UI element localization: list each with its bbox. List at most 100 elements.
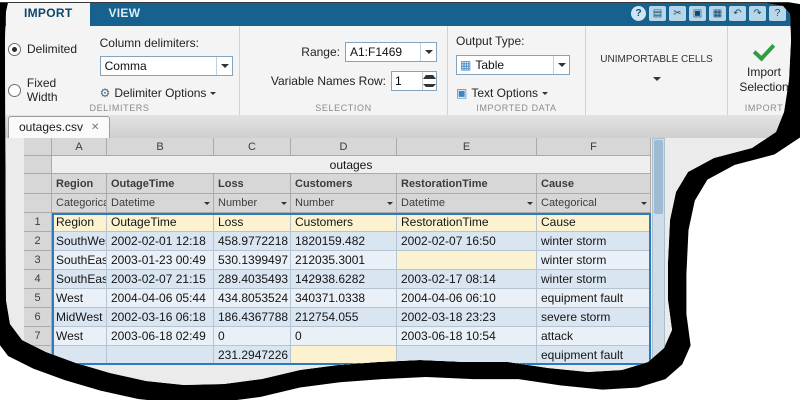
paste-icon[interactable]: ▦ xyxy=(709,6,726,21)
cell-f4[interactable]: winter storm xyxy=(537,270,651,289)
cell-c2[interactable]: 458.9772218 xyxy=(214,232,291,251)
type-select-b[interactable]: Datetime xyxy=(107,194,214,213)
type-select-c[interactable]: Number xyxy=(214,194,291,213)
cell-e5[interactable]: 2004-04-06 06:10 xyxy=(397,289,537,308)
table-name[interactable]: outages xyxy=(52,156,651,174)
chevron-down-icon[interactable] xyxy=(527,202,533,205)
chevron-down-icon[interactable] xyxy=(387,202,393,205)
delimiter-options-button[interactable]: ⚙ Delimiter Options xyxy=(100,82,233,100)
cell-c5[interactable]: 434.8053524 xyxy=(214,289,291,308)
cell-a1[interactable]: Region xyxy=(52,213,107,232)
row-number[interactable]: 5 xyxy=(24,289,52,308)
row-number[interactable]: 2 xyxy=(24,232,52,251)
cell-d6[interactable]: 212754.055 xyxy=(291,308,397,327)
copy-icon[interactable]: ▣ xyxy=(689,6,706,21)
cell-f5[interactable]: equipment fault xyxy=(537,289,651,308)
fixed-width-radio[interactable]: Fixed Width xyxy=(8,76,90,104)
cell-e6[interactable]: 2002-03-18 23:23 xyxy=(397,308,537,327)
variable-name-loss[interactable]: Loss xyxy=(214,174,291,194)
cell-b8[interactable] xyxy=(107,346,214,365)
cell-c3[interactable]: 530.1399497 xyxy=(214,251,291,270)
cell-b7[interactable]: 2003-06-18 02:49 xyxy=(107,327,214,346)
cell-d4[interactable]: 142938.6282 xyxy=(291,270,397,289)
redo-icon[interactable]: ↷ xyxy=(749,6,766,21)
variable-name-restorationtime[interactable]: RestorationTime xyxy=(397,174,537,194)
cell-d7[interactable]: 0 xyxy=(291,327,397,346)
cell-e1[interactable]: RestorationTime xyxy=(397,213,537,232)
column-header-c[interactable]: C xyxy=(214,138,291,156)
cell-c8[interactable]: 231.2947226 xyxy=(214,346,291,365)
column-header-b[interactable]: B xyxy=(107,138,214,156)
cell-f1[interactable]: Cause xyxy=(537,213,651,232)
tab-view[interactable]: VIEW xyxy=(90,0,158,26)
cell-f6[interactable]: severe storm xyxy=(537,308,651,327)
delimited-radio[interactable]: Delimited xyxy=(8,42,90,56)
column-delimiters-select[interactable]: Comma xyxy=(100,56,233,76)
cell-e2[interactable]: 2002-02-07 16:50 xyxy=(397,232,537,251)
cell-c6[interactable]: 186.4367788 xyxy=(214,308,291,327)
scrollbar-thumb[interactable] xyxy=(654,140,663,214)
column-header-e[interactable]: E xyxy=(397,138,537,156)
help-icon[interactable]: ? xyxy=(769,6,786,21)
cut-icon[interactable]: ✂ xyxy=(669,6,686,21)
cell-a5[interactable]: West xyxy=(52,289,107,308)
cell-e4[interactable]: 2003-02-17 08:14 xyxy=(397,270,537,289)
type-select-d[interactable]: Number xyxy=(291,194,397,213)
output-type-select[interactable]: ▦ Table xyxy=(456,55,570,75)
cell-b6[interactable]: 2002-03-16 06:18 xyxy=(107,308,214,327)
corner-cell[interactable] xyxy=(24,138,52,156)
row-header[interactable] xyxy=(24,156,52,174)
variable-name-customers[interactable]: Customers xyxy=(291,174,397,194)
row-header[interactable] xyxy=(24,194,52,213)
undo-icon[interactable]: ↶ xyxy=(729,6,746,21)
row-number[interactable]: 6 xyxy=(24,308,52,327)
cell-d2[interactable]: 1820159.482 xyxy=(291,232,397,251)
cell-a2[interactable]: SouthWest xyxy=(52,232,107,251)
type-select-f[interactable]: Categorical xyxy=(537,194,651,213)
variable-names-row-stepper[interactable]: 1 xyxy=(391,71,437,91)
chevron-down-icon[interactable] xyxy=(204,202,210,205)
column-header-a[interactable]: A xyxy=(52,138,107,156)
cell-f8[interactable]: equipment fault xyxy=(537,346,651,365)
cell-b3[interactable]: 2003-01-23 00:49 xyxy=(107,251,214,270)
stepper-up-button[interactable] xyxy=(423,72,436,81)
cell-a7[interactable]: West xyxy=(52,327,107,346)
cell-e3-missing[interactable] xyxy=(397,251,537,270)
variable-name-outagetime[interactable]: OutageTime xyxy=(107,174,214,194)
cell-f7[interactable]: attack xyxy=(537,327,651,346)
save-icon[interactable]: ▤ xyxy=(649,6,666,21)
type-select-a[interactable]: Categorical xyxy=(52,194,107,213)
cell-d1[interactable]: Customers xyxy=(291,213,397,232)
stepper-down-button[interactable] xyxy=(423,81,436,90)
tab-import[interactable]: IMPORT xyxy=(6,0,90,26)
cell-e7[interactable]: 2003-06-18 10:54 xyxy=(397,327,537,346)
variable-name-region[interactable]: Region xyxy=(52,174,107,194)
column-header-d[interactable]: D xyxy=(291,138,397,156)
chevron-down-icon[interactable] xyxy=(281,202,287,205)
row-header[interactable] xyxy=(24,174,52,194)
cell-c7[interactable]: 0 xyxy=(214,327,291,346)
cell-c4[interactable]: 289.4035493 xyxy=(214,270,291,289)
cell-f2[interactable]: winter storm xyxy=(537,232,651,251)
row-number[interactable]: 3 xyxy=(24,251,52,270)
unimportable-cells-dropdown[interactable] xyxy=(653,77,661,81)
cell-a6[interactable]: MidWest xyxy=(52,308,107,327)
variable-name-cause[interactable]: Cause xyxy=(537,174,651,194)
cell-b4[interactable]: 2003-02-07 21:15 xyxy=(107,270,214,289)
cell-d5[interactable]: 340371.0338 xyxy=(291,289,397,308)
cell-d3[interactable]: 212035.3001 xyxy=(291,251,397,270)
help-badge-icon[interactable]: ? xyxy=(631,6,646,21)
type-select-e[interactable]: Datetime xyxy=(397,194,537,213)
row-number[interactable]: 1 xyxy=(24,213,52,232)
chevron-down-icon[interactable] xyxy=(641,202,647,205)
document-tab-outages[interactable]: outages.csv ✕ xyxy=(8,116,110,138)
column-header-f[interactable]: F xyxy=(537,138,651,156)
cell-b1[interactable]: OutageTime xyxy=(107,213,214,232)
cell-f3[interactable]: winter storm xyxy=(537,251,651,270)
cell-b5[interactable]: 2004-04-06 05:44 xyxy=(107,289,214,308)
cell-c1[interactable]: Loss xyxy=(214,213,291,232)
cell-a3[interactable]: SouthEast xyxy=(52,251,107,270)
cell-a4[interactable]: SouthEast xyxy=(52,270,107,289)
range-select[interactable]: A1:F1469 xyxy=(345,42,437,62)
text-options-button[interactable]: ▣ Text Options xyxy=(456,82,577,100)
